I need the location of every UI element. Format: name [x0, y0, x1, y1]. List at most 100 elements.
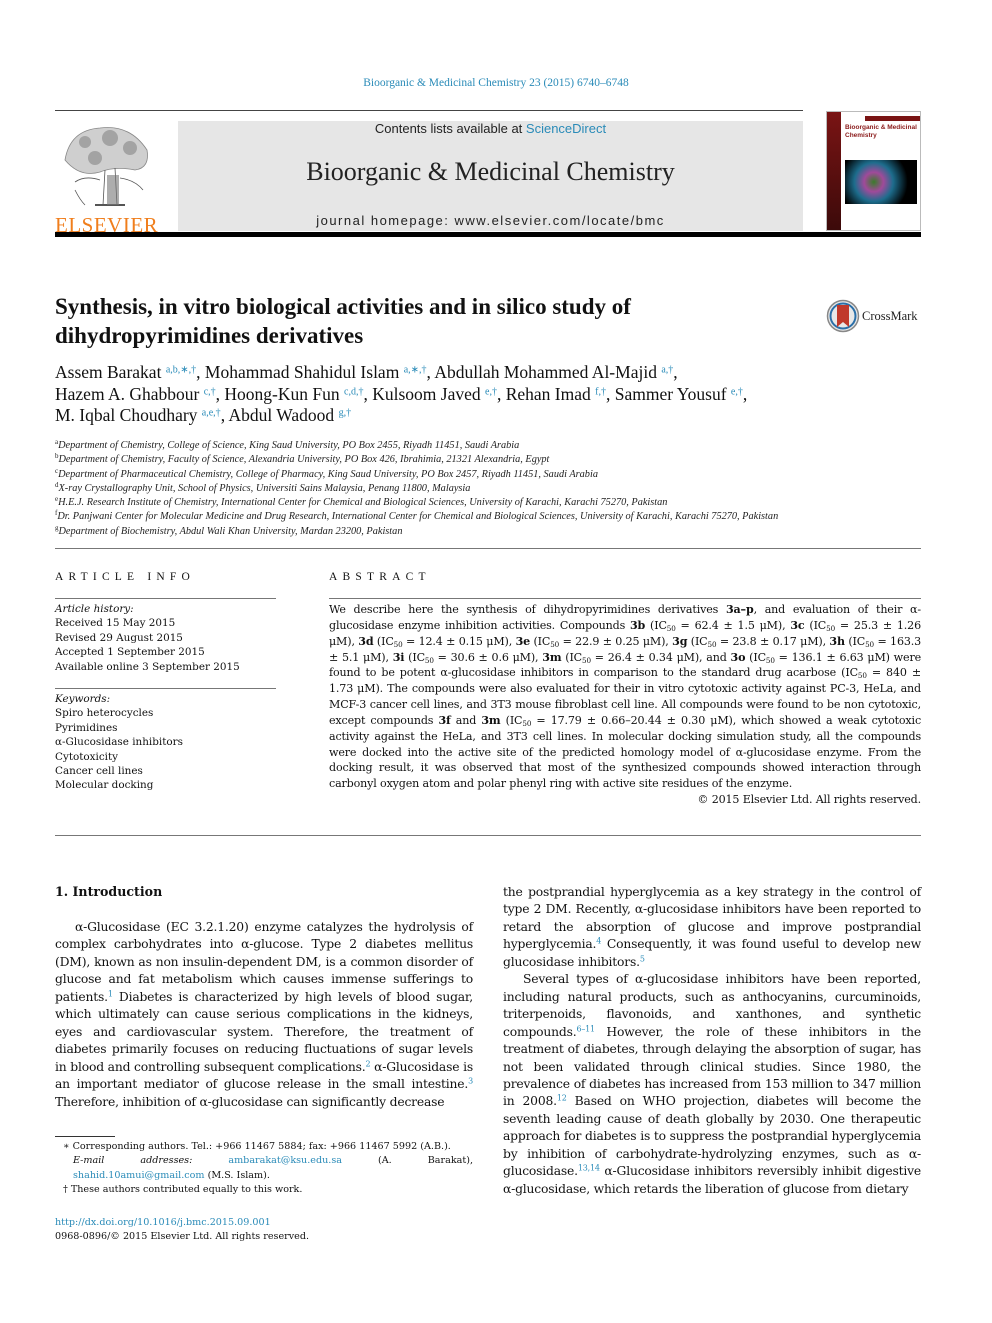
issn-line: 0968-0896/© 2015 Elsevier Ltd. All right…: [55, 1231, 310, 1243]
affiliation-key: f: [55, 509, 58, 518]
contents-prefix: Contents lists available at: [374, 121, 526, 136]
reference-link[interactable]: 5: [640, 954, 645, 963]
author[interactable]: Hoong-Kun Fun c,d,†: [224, 384, 363, 404]
author[interactable]: Rehan Imad f,†: [506, 384, 606, 404]
keywords-label: Keywords:: [55, 693, 111, 705]
crossmark-badge[interactable]: CrossMark: [826, 298, 926, 334]
affiliation: eH.E.J. Research Institute of Chemistry,…: [55, 495, 668, 509]
keyword: Cancer cell lines: [55, 765, 143, 778]
affiliation-key: b: [55, 452, 59, 461]
subscript: 50: [826, 623, 836, 633]
compound-label: 3b: [629, 618, 646, 632]
homepage-prefix: journal homepage:: [316, 213, 455, 228]
crossmark-icon: [826, 299, 860, 333]
email-link[interactable]: ambarakat@ksu.edu.sa: [228, 1155, 342, 1166]
keywords: Keywords: Spiro heterocycles Pyrimidines…: [55, 692, 276, 793]
affiliation-key: g: [55, 523, 59, 532]
author[interactable]: Assem Barakat a,b,∗,†: [55, 362, 196, 382]
article-title: Synthesis, in vitro biological activitie…: [55, 292, 775, 350]
article-title-line: dihydropyrimidines derivatives: [55, 323, 364, 348]
contents-line: Contents lists available at ScienceDirec…: [178, 121, 803, 136]
history-entry: Accepted 1 September 2015: [55, 646, 205, 659]
affiliation: cDepartment of Pharmaceutical Chemistry,…: [55, 466, 598, 480]
doi-block: http://dx.doi.org/10.1016/j.bmc.2015.09.…: [55, 1216, 309, 1245]
email-label: E-mail addresses:: [73, 1155, 229, 1167]
reference-link[interactable]: 4: [596, 937, 601, 946]
reference-link[interactable]: 2: [365, 1059, 370, 1068]
abstract-heading: ABSTRACT: [329, 571, 431, 583]
header-top-rule: [55, 110, 803, 111]
affiliation-key: e: [55, 495, 59, 504]
compound-label: 3m: [542, 650, 562, 664]
article-info-rule: [55, 598, 276, 599]
compound-label: 3o: [730, 650, 746, 664]
affiliation-key: c: [55, 466, 59, 475]
body-column-right: the postprandial hyperglycemia as a key …: [503, 884, 921, 1198]
author[interactable]: Hazem A. Ghabbour c,†: [55, 384, 216, 404]
keywords-rule: [55, 688, 276, 689]
homepage-link[interactable]: www.elsevier.com/locate/bmc: [455, 213, 665, 228]
doi-link[interactable]: http://dx.doi.org/10.1016/j.bmc.2015.09.…: [55, 1216, 309, 1230]
corresponding-author-note: ∗ Corresponding authors. Tel.: +966 1146…: [63, 1141, 451, 1152]
author[interactable]: Kulsoom Javed e,†: [372, 384, 497, 404]
journal-citation[interactable]: Bioorganic & Medicinal Chemistry 23 (201…: [0, 77, 992, 89]
compound-label: 3d: [358, 634, 374, 648]
keyword: Pyrimidines: [55, 721, 118, 734]
subscript: 50: [424, 655, 434, 665]
elsevier-logo: ELSEVIER: [55, 120, 158, 236]
cover-strip: [827, 112, 841, 230]
subscript: 50: [550, 639, 560, 649]
subscript: 50: [865, 639, 874, 649]
journal-cover-thumbnail[interactable]: Bioorganic & Medicinal Chemistry: [826, 111, 921, 231]
reference-link[interactable]: 6–11: [576, 1024, 595, 1033]
reference-link[interactable]: 13,14: [578, 1164, 600, 1173]
footnotes: ∗ Corresponding authors. Tel.: +966 1146…: [55, 1140, 473, 1198]
affiliation: gDepartment of Biochemistry, Abdul Wali …: [55, 523, 403, 537]
sciencedirect-link[interactable]: ScienceDirect: [526, 121, 606, 136]
keyword: α-Glucosidase inhibitors: [55, 736, 183, 749]
history-entry: Revised 29 August 2015: [55, 631, 183, 644]
body-column-left: α-Glucosidase (EC 3.2.1.20) enzyme catal…: [55, 919, 473, 1111]
equal-contribution-note: † These authors contributed equally to t…: [63, 1184, 303, 1196]
section-heading-introduction: 1. Introduction: [55, 884, 163, 899]
reference-link[interactable]: 1: [108, 989, 113, 998]
subscript: 50: [393, 639, 403, 649]
email-note: E-mail addresses: ambarakat@ksu.edu.sa (…: [73, 1155, 473, 1181]
affiliation-key: d: [55, 481, 59, 490]
compound-label: 3g: [672, 634, 688, 648]
compound-label: 3a–p: [725, 603, 754, 616]
footnote-rule: [55, 1136, 115, 1137]
cover-image: [845, 160, 917, 204]
compound-label: 3i: [392, 650, 405, 664]
article-title-line: Synthesis, in vitro biological activitie…: [55, 294, 631, 319]
abstract-copyright: © 2015 Elsevier Ltd. All rights reserved…: [697, 793, 921, 807]
journal-masthead: Contents lists available at ScienceDirec…: [178, 121, 803, 231]
journal-title: Bioorganic & Medicinal Chemistry: [306, 157, 675, 186]
cover-bar: [865, 116, 920, 121]
compound-label: 3m: [481, 713, 501, 727]
reference-link[interactable]: 12: [557, 1094, 567, 1103]
author[interactable]: Mohammad Shahidul Islam a,∗,†: [205, 362, 427, 382]
compound-label: 3e: [515, 634, 531, 648]
affiliation: bDepartment of Chemistry, Faculty of Sci…: [55, 452, 550, 466]
author[interactable]: Abdullah Mohammed Al-Majid a,†: [434, 362, 673, 382]
compound-label: 3f: [438, 713, 451, 727]
abstract-body: We describe here the synthesis of dihydr…: [329, 602, 921, 808]
body-paragraph: Several types of α-glucosidase inhibitor…: [503, 972, 921, 1196]
author[interactable]: Sammer Yousuf e,†: [615, 384, 743, 404]
history-entry: Received 15 May 2015: [55, 617, 176, 630]
affiliation: aDepartment of Chemistry, College of Sci…: [55, 438, 520, 451]
article-history-label: Article history:: [55, 603, 134, 615]
abstract-paragraph: We describe here the synthesis of dihydr…: [329, 603, 922, 791]
journal-homepage: journal homepage: www.elsevier.com/locat…: [178, 213, 803, 228]
reference-link[interactable]: 3: [468, 1077, 473, 1086]
header-rule: [55, 232, 921, 237]
affiliation-list: aDepartment of Chemistry, College of Sci…: [55, 439, 935, 539]
abstract-bottom-rule: [55, 835, 921, 836]
affiliation-rule: [55, 548, 921, 549]
author[interactable]: M. Iqbal Choudhary a,e,†: [55, 405, 221, 425]
email-link[interactable]: shahid.10amui@gmail.com: [73, 1170, 205, 1181]
author[interactable]: Abdul Wadood g,†: [228, 405, 351, 425]
elsevier-tree-icon: [64, 127, 148, 206]
crossmark-label: CrossMark: [862, 308, 918, 323]
